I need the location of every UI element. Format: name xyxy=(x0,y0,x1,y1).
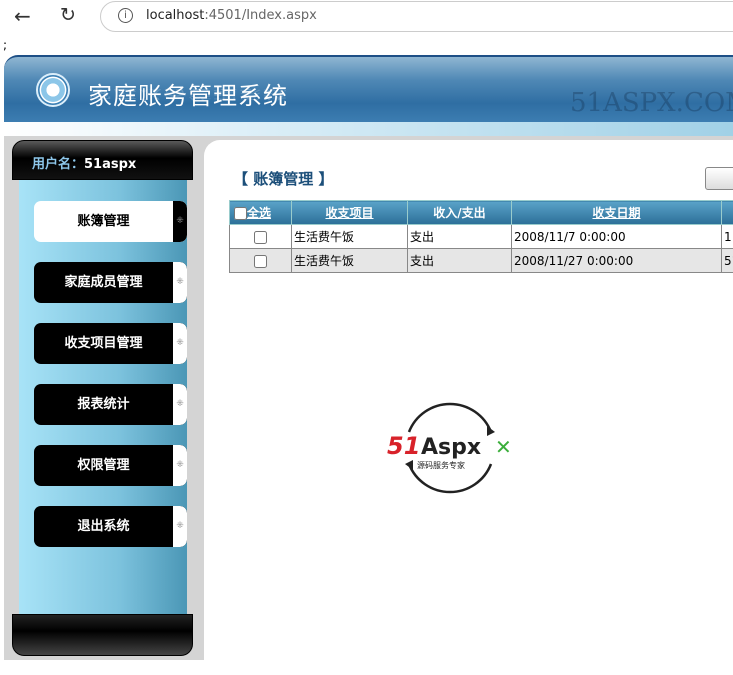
sidebar-item-reports[interactable]: 报表统计 ⁜ xyxy=(34,384,187,425)
menu-label: 收支项目管理 xyxy=(64,336,143,351)
sidebar-body: 账簿管理 ⁜ 家庭成员管理 ⁜ 收支项目管理 ⁜ 报表统计 ⁜ 权限管理 ⁜ 退出系统 ⁜ xyxy=(19,180,187,616)
grip-icon: ⁜ xyxy=(173,262,187,303)
table-row: 生活费午饭 支出 2008/11/7 0:00:00 1 xyxy=(229,224,733,249)
table-header: 全选 收支项目 收入/支出 收支日期 xyxy=(229,200,733,225)
cell-item: 生活费午饭 xyxy=(291,248,408,273)
cell-date: 2008/11/7 0:00:00 xyxy=(511,224,722,249)
grip-icon: ⁜ xyxy=(173,445,187,486)
select-all-header[interactable]: 全选 xyxy=(229,200,292,225)
row-checkbox[interactable] xyxy=(254,230,267,244)
svg-text:源码服务专家: 源码服务专家 xyxy=(417,460,465,470)
sidebar-bottom xyxy=(12,614,193,656)
cell-amount: 1 xyxy=(721,224,733,249)
cell-type: 支出 xyxy=(407,224,512,249)
cell-amount: 51 xyxy=(721,248,733,273)
sidebar-item-permissions[interactable]: 权限管理 ⁜ xyxy=(34,445,187,486)
select-all-checkbox[interactable] xyxy=(234,207,247,220)
column-header-type: 收入/支出 xyxy=(407,200,512,225)
username: 51aspx xyxy=(84,157,137,172)
app-logo-icon xyxy=(36,73,70,107)
menu-label: 报表统计 xyxy=(77,397,130,412)
column-header-date[interactable]: 收支日期 xyxy=(511,200,722,225)
url-host: localhost xyxy=(146,8,205,23)
select-all-label[interactable]: 全选 xyxy=(247,206,271,220)
sidebar-item-family-members[interactable]: 家庭成员管理 ⁜ xyxy=(34,262,187,303)
svg-text:51: 51 xyxy=(387,432,420,460)
grip-icon: ⁜ xyxy=(173,384,187,425)
sidebar-item-income-expense-items[interactable]: 收支项目管理 ⁜ xyxy=(34,323,187,364)
sidebar: 用户名：51aspx 账簿管理 ⁜ 家庭成员管理 ⁜ 收支项目管理 ⁜ 报表统计 ⁜ 权… xyxy=(12,140,193,656)
title-reflection: 家庭账务管理系统 xyxy=(88,87,288,101)
page-title: 【 账簿管理 】 xyxy=(233,170,334,188)
ledger-table: 全选 收支项目 收入/支出 收支日期 生活费午饭 支出 2008/11/7 0:… xyxy=(229,200,733,273)
header-strip xyxy=(4,122,733,136)
watermark: 51ASPX.COM xyxy=(570,88,733,118)
grip-icon: ⁜ xyxy=(173,201,187,242)
grip-icon: ⁜ xyxy=(173,506,187,547)
51aspx-logo: 51 Aspx ✕ 源码服务专家 xyxy=(387,402,512,494)
column-header-item[interactable]: 收支项目 xyxy=(291,200,408,225)
table-row: 生活费午饭 支出 2008/11/27 0:00:00 51 xyxy=(229,248,733,273)
sidebar-item-ledger[interactable]: 账簿管理 ⁜ xyxy=(34,201,187,242)
reload-icon[interactable]: ↻ xyxy=(60,4,76,26)
cell-date: 2008/11/27 0:00:00 xyxy=(511,248,722,273)
sidebar-item-logout[interactable]: 退出系统 ⁜ xyxy=(34,506,187,547)
menu-label: 家庭成员管理 xyxy=(64,275,143,290)
row-select-cell xyxy=(229,248,292,273)
svg-text:✕: ✕ xyxy=(495,435,512,459)
row-checkbox[interactable] xyxy=(254,254,267,268)
row-select-cell xyxy=(229,224,292,249)
menu-label: 账簿管理 xyxy=(77,214,130,229)
url-path: :4501/Index.aspx xyxy=(204,8,317,23)
url-text[interactable]: localhost:4501/Index.aspx xyxy=(146,8,317,23)
cell-item: 生活费午饭 xyxy=(291,224,408,249)
back-arrow-icon[interactable]: ← xyxy=(14,4,31,28)
user-label: 用户名： xyxy=(32,157,85,172)
menu-label: 退出系统 xyxy=(77,519,130,534)
svg-text:Aspx: Aspx xyxy=(421,435,481,460)
stray-text: ; xyxy=(3,38,8,52)
column-header-amount[interactable] xyxy=(721,200,733,225)
user-info: 用户名：51aspx xyxy=(32,153,136,172)
cell-type: 支出 xyxy=(407,248,512,273)
new-button[interactable]: 新 xyxy=(705,167,733,190)
info-icon[interactable]: i xyxy=(118,8,133,23)
menu-label: 权限管理 xyxy=(77,458,130,473)
grip-icon: ⁜ xyxy=(173,323,187,364)
